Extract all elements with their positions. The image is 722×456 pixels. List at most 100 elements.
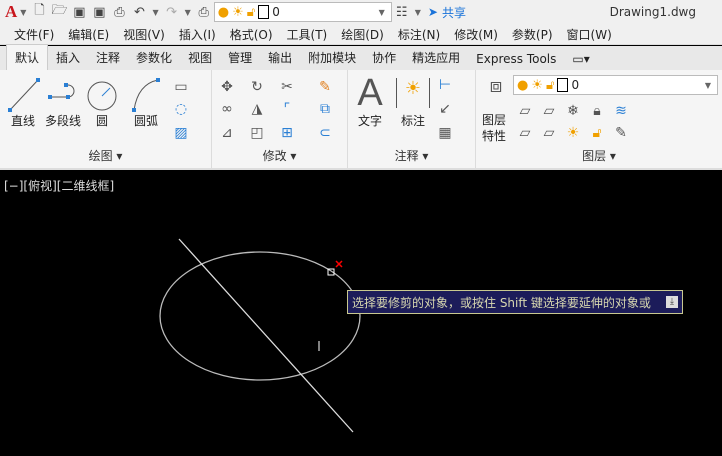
layer-unlock-icon[interactable]: 🔓︎ [588,124,606,142]
array-icon[interactable]: ⊞ [278,124,296,142]
save-as-icon[interactable]: ▣ [91,4,107,20]
circle-button[interactable]: 圆 [90,112,114,129]
rectangle-icon[interactable]: ▭ [172,78,190,96]
tab-view[interactable]: 视图 [180,45,220,70]
modify-panel: ✥ ↻ ✂ ✎ ∞ ◮ ⌜ ⧉ ⊿ ◰ ⊞ ⊂ 修改 ▾ [212,70,348,168]
tab-output[interactable]: 输出 [260,45,300,70]
app-menu-caret-icon[interactable]: ▼ [20,8,26,17]
explode-icon[interactable]: ⧉ [316,100,334,118]
download-arrow-icon[interactable]: ⤓ [666,296,678,308]
menu-format[interactable]: 格式(O) [230,26,273,43]
menu-insert[interactable]: 插入(I) [179,26,216,43]
new-file-icon[interactable]: 🗋 [31,3,47,20]
stretch-icon[interactable]: ⊿ [218,124,236,142]
dimension-button[interactable]: 标注 [396,112,430,129]
redo-icon[interactable]: ↷ [164,4,180,20]
layer-match-icon[interactable]: ✎ [612,124,630,142]
tab-insert[interactable]: 插入 [48,45,88,70]
red-x-icon [335,260,343,268]
text-button[interactable]: 文字 [354,112,386,129]
draw-panel: 直线 多段线 圆 圆弧 ▭ ◌ ▨ 绘图 ▾ [0,70,212,168]
tooltip-text: 选择要修剪的对象，或按住 Shift 键选择要延伸的对象或 [352,296,651,310]
customize-caret-icon[interactable]: ▼ [415,8,421,17]
offset-icon[interactable]: ⊂ [316,124,334,142]
menu-edit[interactable]: 编辑(E) [68,26,109,43]
tab-featured-apps[interactable]: 精选应用 [404,45,468,70]
hatch-icon[interactable]: ▨ [172,124,190,142]
scale-icon[interactable]: ◰ [248,124,266,142]
menu-bar: 文件(F) 编辑(E) 视图(V) 插入(I) 格式(O) 工具(T) 绘图(D… [0,24,722,45]
document-title: Drawing1.dwg [609,5,696,19]
bulb-icon: ● [517,77,529,93]
arc-button[interactable]: 圆弧 [130,112,162,129]
menu-parametric[interactable]: 参数(P) [512,26,553,43]
print-icon[interactable]: ⎙ [111,4,127,20]
undo-caret-icon[interactable]: ▼ [152,8,158,17]
plot-icon[interactable]: ⎙ [196,4,212,20]
layer-on-icon[interactable]: ⏥ [516,124,534,142]
tab-default[interactable]: 默认 [6,44,49,70]
layer-off-icon[interactable]: ⏥ [516,102,534,120]
layer-freeze-icon[interactable]: ❄ [564,102,582,120]
menu-draw[interactable]: 绘图(D) [341,26,384,43]
annotation-panel: A 文字 ☀ 标注 ⊢ ↙ ▦ 注释 ▾ [348,70,476,168]
drawing-canvas[interactable]: [−][俯视][二维线框] [0,172,722,456]
undo-icon[interactable]: ↶ [131,4,147,20]
layer-list-dropdown[interactable]: ● ☀ 🔓︎ 0 ▼ [513,75,718,95]
draw-panel-title[interactable]: 绘图 ▾ [0,147,211,164]
menu-modify[interactable]: 修改(M) [454,26,498,43]
ellipse-icon[interactable]: ◌ [172,100,190,118]
tab-annotate[interactable]: 注释 [88,45,128,70]
layer-isolate-icon[interactable]: ⏥ [540,102,558,120]
quick-access-toolbar: A ▼ 🗋 🗁 ▣ ▣ ⎙ ↶ ▼ ↷ ▼ ⎙ ● ☀ 🔓︎ 0 ▼ ☷ ▼ ➤ 共享… [0,0,722,24]
erase-icon[interactable]: ✎ [316,78,334,96]
rotate-icon[interactable]: ↻ [248,78,266,96]
modify-panel-title[interactable]: 修改 ▾ [212,147,347,164]
menu-dimension[interactable]: 标注(N) [398,26,440,43]
table-icon[interactable]: ▦ [436,124,454,142]
ellipse-object [159,251,361,381]
polyline-button[interactable]: 多段线 [42,112,84,129]
mirror-icon[interactable]: ◮ [248,100,266,118]
share-button[interactable]: 共享 [442,4,466,21]
move-icon[interactable]: ✥ [218,78,236,96]
layer-list-value: 0 [571,78,580,92]
menu-view[interactable]: 视图(V) [123,26,165,43]
linear-dim-icon[interactable]: ⊢ [436,76,454,94]
annotation-panel-title[interactable]: 注释 ▾ [348,147,475,164]
layer-value: 0 [272,5,280,19]
menu-file[interactable]: 文件(F) [14,26,54,43]
menu-tools[interactable]: 工具(T) [287,26,328,43]
tab-express-tools[interactable]: Express Tools [468,48,564,70]
trim-icon[interactable]: ✂ [278,78,296,96]
copy-icon[interactable]: ∞ [218,100,236,118]
tab-collaborate[interactable]: 协作 [364,45,404,70]
layer-dropdown[interactable]: ● ☀ 🔓︎ 0 ▼ [213,2,392,22]
leader-icon[interactable]: ↙ [436,100,454,118]
layers-panel-title[interactable]: 图层 ▾ [476,147,722,164]
match-properties-icon[interactable]: ☷ [394,4,410,20]
layer-current-icon[interactable]: ≋ [612,102,630,120]
tab-addins[interactable]: 附加模块 [300,45,364,70]
layer-unisolate-icon[interactable]: ⏥ [540,124,558,142]
layer-properties-icon[interactable]: ⧈ [482,75,510,104]
layer-properties-button[interactable]: 图层 特性 [478,112,510,144]
layer-lock-icon[interactable]: 🔒︎ [588,102,606,120]
text-icon[interactable]: A [354,72,386,115]
fillet-icon[interactable]: ⌜ [278,100,296,118]
layer-thaw-icon[interactable]: ☀ [564,124,582,142]
app-logo[interactable]: A [5,2,17,22]
ribbon-minimize-icon[interactable]: ▭▾ [564,48,597,70]
tab-parametric[interactable]: 参数化 [128,45,180,70]
line-button[interactable]: 直线 [8,112,38,129]
save-icon[interactable]: ▣ [71,4,87,20]
color-swatch-icon [258,5,270,19]
share-icon[interactable]: ➤ [428,5,438,19]
menu-window[interactable]: 窗口(W) [567,26,612,43]
open-file-icon[interactable]: 🗁 [51,3,67,20]
tab-manage[interactable]: 管理 [220,45,260,70]
color-swatch-icon [557,78,569,92]
command-tooltip: 选择要修剪的对象，或按住 Shift 键选择要延伸的对象或 ⤓ [347,290,683,314]
dimension-icon[interactable]: ☀ [396,78,430,108]
redo-caret-icon[interactable]: ▼ [185,8,191,17]
